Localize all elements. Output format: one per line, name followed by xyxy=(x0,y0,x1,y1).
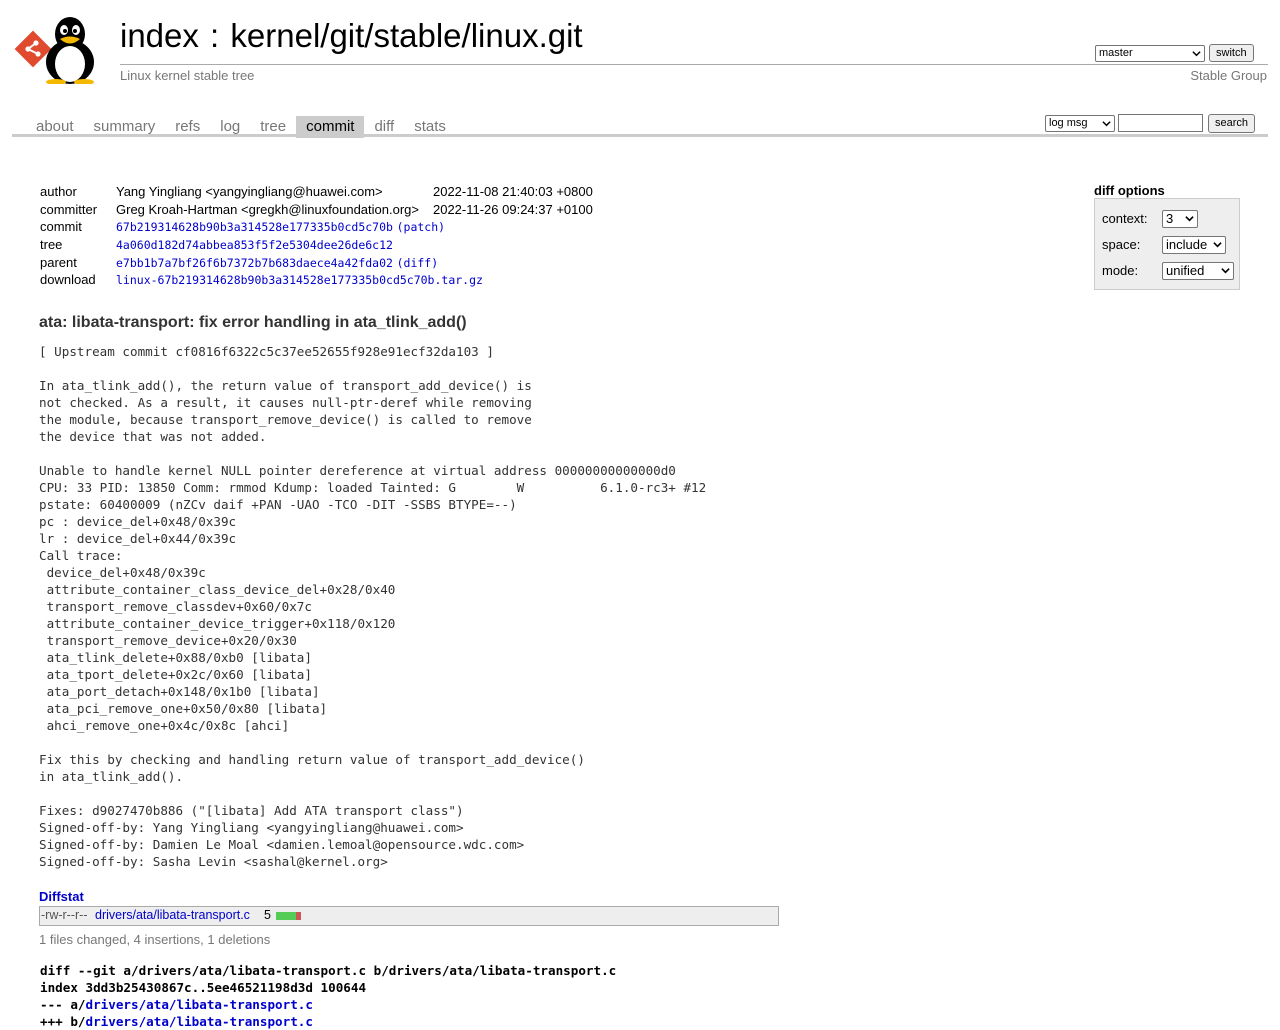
file-mode: -rw-r--r-- xyxy=(41,908,88,922)
repo-owner: Stable Group xyxy=(1190,68,1267,83)
search-mode-value: log msg xyxy=(1049,117,1088,129)
deletions-bar xyxy=(296,912,301,920)
committer-date: 2022-11-26 09:24:37 +0100 xyxy=(432,201,593,217)
cgit-logo[interactable] xyxy=(14,12,110,84)
parent-diff-link[interactable]: diff xyxy=(404,256,432,270)
tux-penguin-icon xyxy=(46,17,94,84)
diffstat-file-link[interactable]: drivers/ata/libata-transport.c xyxy=(95,908,250,922)
search-input[interactable] xyxy=(1118,114,1203,132)
search-button[interactable]: search xyxy=(1208,114,1256,133)
mode-select-value: unified xyxy=(1166,263,1205,278)
chevron-down-icon xyxy=(1185,216,1194,222)
context-select-value: 3 xyxy=(1166,211,1174,226)
commit-hash-link[interactable]: 67b219314628b90b3a314528e177335b0cd5c70b xyxy=(116,220,393,234)
download-link[interactable]: linux-67b219314628b90b3a314528e177335b0c… xyxy=(116,273,483,287)
context-select[interactable]: 3 xyxy=(1162,210,1198,228)
git-diamond-icon xyxy=(14,30,52,68)
space-select[interactable]: include xyxy=(1162,236,1226,254)
chevron-down-icon xyxy=(1102,121,1111,127)
branch-select-value: master xyxy=(1099,47,1133,59)
diff-paren-open: ( xyxy=(396,255,404,270)
patch-paren-close: ) xyxy=(438,220,446,235)
tree-row: tree 4a060d182d74abbea853f5f2e5304dee26d… xyxy=(38,236,595,254)
diffstat-changes: 5 xyxy=(264,908,271,922)
tree-hash-link[interactable]: 4a060d182d74abbea853f5f2e5304dee26de6c12 xyxy=(116,238,393,252)
branch-select[interactable]: master xyxy=(1095,45,1205,62)
tree-value: 4a060d182d74abbea853f5f2e5304dee26de6c12 xyxy=(112,236,595,254)
diff-header: diff --git a/drivers/ata/libata-transpor… xyxy=(40,962,616,1030)
commit-message: [ Upstream commit cf0816f6322c5c37ee5265… xyxy=(39,344,707,869)
diff-plus-prefix: +++ b/ xyxy=(40,1014,86,1029)
author-label: author xyxy=(40,184,77,200)
commit-info-table: author Yang Yingliang <yangyingliang@hua… xyxy=(38,183,595,289)
committer-label: committer xyxy=(40,201,98,217)
download-value: linux-67b219314628b90b3a314528e177335b0c… xyxy=(112,271,595,289)
patch-paren-open: ( xyxy=(396,220,404,235)
commit-label: commit xyxy=(40,219,82,235)
committer-row: committer Greg Kroah-Hartman <gregkh@lin… xyxy=(38,201,595,219)
page-title: index : kernel/git/stable/linux.git xyxy=(120,16,583,56)
tree-label: tree xyxy=(40,237,63,253)
commit-value: 67b219314628b90b3a314528e177335b0cd5c70b… xyxy=(112,218,595,236)
commit-row: commit 67b219314628b90b3a314528e177335b0… xyxy=(38,218,595,236)
committer-value: Greg Kroah-Hartman <gregkh@linuxfoundati… xyxy=(116,201,419,217)
diff-paren-close: ) xyxy=(431,255,439,270)
space-select-value: include xyxy=(1166,237,1208,252)
diff-options-panel: context: 3 space: include mode: unified xyxy=(1094,198,1240,290)
diff-options-title: diff options xyxy=(1094,183,1165,198)
header-divider xyxy=(120,64,1268,65)
author-row: author Yang Yingliang <yangyingliang@hua… xyxy=(38,183,595,201)
diffstat-link[interactable]: Diffstat xyxy=(39,889,84,904)
download-label: download xyxy=(40,272,96,288)
parent-row: parent e7bb1b7a7bf26f6b7372b7b683daece4a… xyxy=(38,253,595,271)
diff-plus-file-link[interactable]: drivers/ata/libata-transport.c xyxy=(86,1014,313,1029)
diff-plus-line: +++ b/drivers/ata/libata-transport.c xyxy=(40,1013,616,1030)
search-mode-select[interactable]: log msg xyxy=(1045,115,1115,132)
tabs-divider xyxy=(12,134,1268,137)
title-separator: : xyxy=(200,17,229,54)
diff-git-line: diff --git a/drivers/ata/libata-transpor… xyxy=(40,963,617,978)
chevron-down-icon xyxy=(1221,268,1230,274)
diffstat-table: -rw-r--r-- drivers/ata/libata-transport.… xyxy=(39,906,779,926)
diff-minus-line: --- a/drivers/ata/libata-transport.c xyxy=(40,996,616,1013)
switch-button[interactable]: switch xyxy=(1209,44,1254,62)
repo-description: Linux kernel stable tree xyxy=(120,68,255,83)
author-value: Yang Yingliang <yangyingliang@huawei.com… xyxy=(116,184,383,200)
space-label: space: xyxy=(1102,237,1141,252)
parent-label: parent xyxy=(40,254,77,270)
chevron-down-icon xyxy=(1192,51,1201,57)
diff-minus-prefix: --- a/ xyxy=(40,997,86,1012)
author-date: 2022-11-08 21:40:03 +0800 xyxy=(432,184,593,200)
parent-hash-link[interactable]: e7bb1b7a7bf26f6b7372b7b683daece4a42fda02 xyxy=(116,256,393,270)
repo-link[interactable]: kernel/git/stable/linux.git xyxy=(230,17,582,54)
diff-minus-file-link[interactable]: drivers/ata/libata-transport.c xyxy=(86,997,313,1012)
chevron-down-icon xyxy=(1213,242,1222,248)
mode-select[interactable]: unified xyxy=(1162,262,1234,280)
context-label: context: xyxy=(1102,211,1148,226)
diff-index-line: index 3dd3b25430867c..5ee46521198d3d 100… xyxy=(40,980,367,995)
diffstat-summary: 1 files changed, 4 insertions, 1 deletio… xyxy=(39,932,271,947)
patch-link[interactable]: patch xyxy=(404,220,439,234)
commit-subject: ata: libata-transport: fix error handlin… xyxy=(39,314,467,331)
index-link[interactable]: index xyxy=(120,17,199,54)
download-row: download linux-67b219314628b90b3a314528e… xyxy=(38,271,595,289)
mode-label: mode: xyxy=(1102,263,1139,278)
insertions-bar xyxy=(276,912,296,920)
parent-value: e7bb1b7a7bf26f6b7372b7b683daece4a42fda02… xyxy=(112,253,595,271)
